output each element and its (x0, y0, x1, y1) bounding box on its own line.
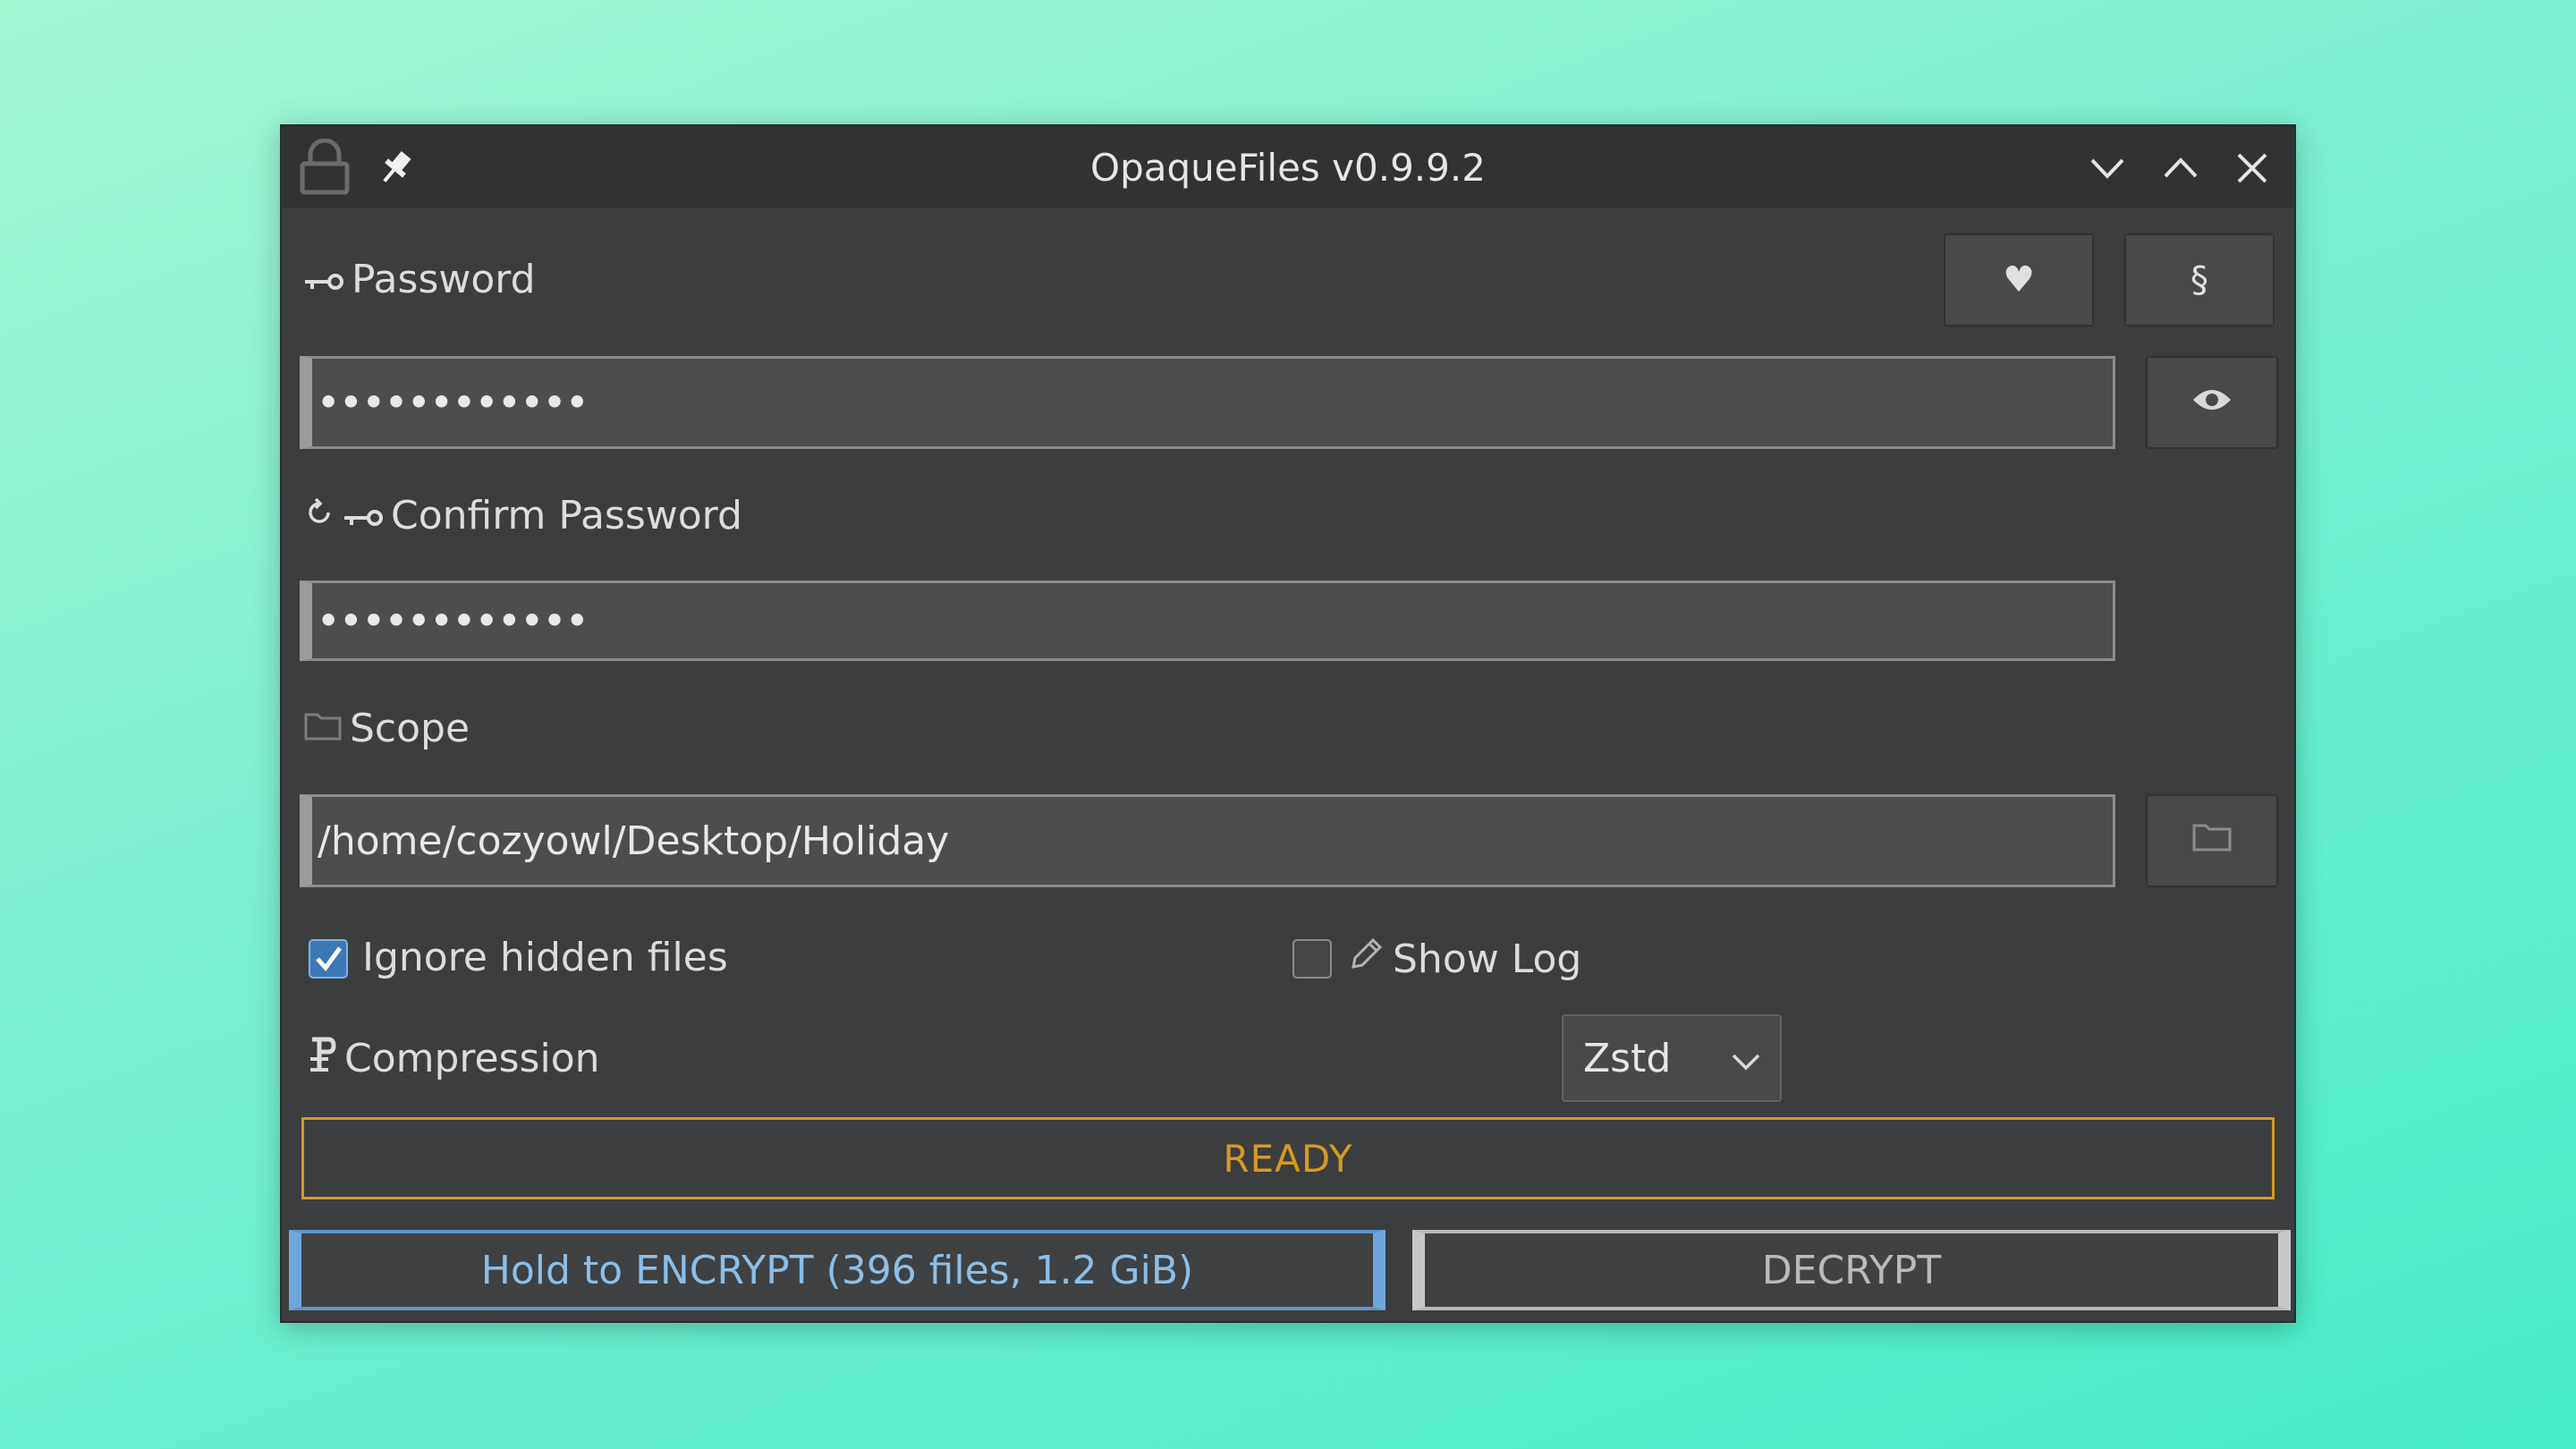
favorite-button[interactable]: ♥ (1944, 233, 2094, 326)
checkmark-icon (310, 946, 346, 980)
minimize-icon[interactable] (2085, 146, 2130, 191)
app-window: OpaqueFiles v0.9.9.2 Password ♥ § ••••••… (280, 124, 2296, 1323)
show-log-label: Show Log (1393, 936, 1582, 982)
key-icon (303, 257, 344, 302)
refresh-icon (303, 493, 335, 538)
compression-icon (307, 1034, 337, 1083)
compression-label-row: Compression (307, 1034, 600, 1083)
compression-selected: Zstd (1583, 1035, 1672, 1081)
folder-icon (2191, 820, 2233, 861)
compression-label: Compression (344, 1036, 600, 1081)
password-label-row: Password (303, 257, 536, 302)
key-icon (343, 493, 384, 538)
pencil-icon (1346, 935, 1385, 984)
show-log-checkbox[interactable] (1292, 939, 1332, 979)
scope-label: Scope (350, 706, 470, 751)
close-icon[interactable] (2230, 146, 2275, 191)
section-icon: § (2190, 259, 2208, 301)
eye-icon (2191, 382, 2233, 423)
scope-label-row: Scope (303, 706, 470, 751)
folder-icon (303, 706, 343, 751)
confirm-password-input[interactable]: •••••••••••• (300, 580, 2115, 661)
maximize-icon[interactable] (2158, 146, 2203, 191)
ignore-hidden-label[interactable]: Ignore hidden files (362, 935, 728, 980)
window-title: OpaqueFiles v0.9.9.2 (1090, 146, 1486, 190)
title-bar[interactable]: OpaqueFiles v0.9.9.2 (282, 126, 2294, 208)
scope-path-input[interactable]: /home/cozyowl/Desktop/Holiday (300, 794, 2115, 887)
compression-select[interactable]: Zstd (1562, 1014, 1782, 1102)
show-password-button[interactable] (2146, 356, 2278, 449)
ignore-hidden-checkbox[interactable] (309, 939, 348, 979)
browse-folder-button[interactable] (2146, 794, 2278, 887)
heart-icon: ♥ (2003, 259, 2035, 301)
encrypt-button[interactable]: Hold to ENCRYPT (396 files, 1.2 GiB) (289, 1230, 1385, 1310)
chevron-down-icon (1728, 1043, 1764, 1089)
confirm-password-label: Confirm Password (391, 493, 742, 538)
password-input[interactable]: •••••••••••• (300, 356, 2115, 449)
decrypt-button[interactable]: DECRYPT (1412, 1230, 2291, 1310)
status-bar: READY (301, 1117, 2275, 1199)
section-button[interactable]: § (2124, 233, 2275, 326)
show-log-label-row[interactable]: Show Log (1346, 935, 1581, 984)
password-label: Password (352, 257, 536, 302)
confirm-password-label-row: Confirm Password (303, 493, 742, 538)
